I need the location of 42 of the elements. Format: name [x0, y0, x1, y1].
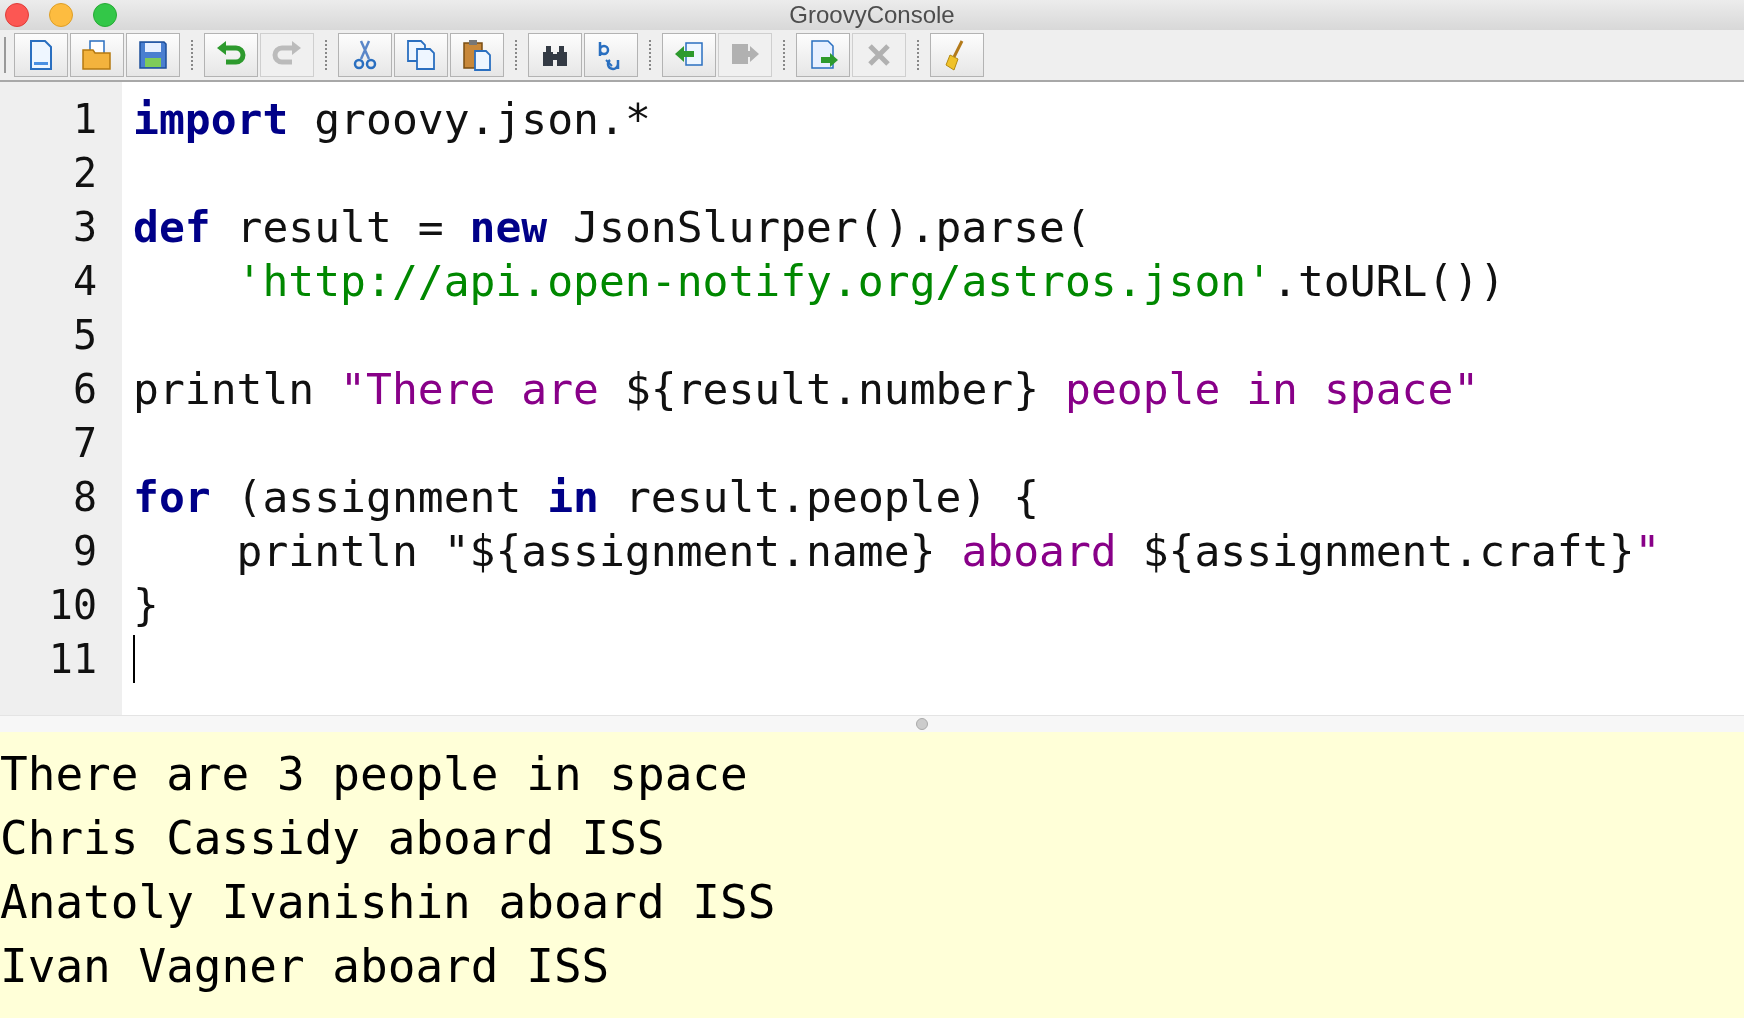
line-number: 2: [72, 149, 98, 198]
output-line: Anatoly Ivanishin aboard ISS: [0, 874, 777, 931]
code-line: import groovy.json.*: [133, 93, 651, 146]
line-number: 11: [48, 635, 98, 684]
line-number: 6: [72, 365, 98, 414]
code-line: for (assignment in result.people) {: [133, 471, 1040, 524]
paste-button[interactable]: [450, 33, 504, 77]
cut-button[interactable]: [338, 33, 392, 77]
output-line: There are 3 people in space: [0, 746, 749, 803]
code-line: def result = new JsonSlurper().parse(: [133, 201, 1091, 254]
code-line: 'http://api.open-notify.org/astros.json'.toURL()): [236, 255, 1506, 308]
replace-button[interactable]: [584, 33, 638, 77]
clear-button[interactable]: [930, 33, 984, 77]
save-button[interactable]: [126, 33, 180, 77]
line-number: 7: [72, 419, 98, 468]
close-window-button[interactable]: [5, 3, 29, 27]
run-button[interactable]: [796, 33, 850, 77]
code-line: println "There are ${result.number} people in space": [133, 363, 1480, 416]
copy-icon: [404, 38, 438, 72]
copy-button[interactable]: [394, 33, 448, 77]
code-line: println "${assignment.name} aboard ${assignment.craft}": [236, 525, 1661, 578]
line-number: 5: [72, 311, 98, 360]
minimize-window-button[interactable]: [49, 3, 73, 27]
line-number: 8: [72, 473, 98, 522]
output-line: Chris Cassidy aboard ISS: [0, 810, 666, 867]
line-number: 1: [72, 95, 98, 144]
split-handle[interactable]: [916, 718, 928, 730]
code-line: }: [133, 579, 159, 632]
zoom-window-button[interactable]: [93, 3, 117, 27]
line-number: 9: [72, 527, 98, 576]
line-number: 10: [48, 581, 98, 630]
folder-icon: [80, 38, 114, 72]
history-back-button[interactable]: [662, 33, 716, 77]
line-number: 3: [72, 203, 98, 252]
window-title: GroovyConsole: [789, 1, 955, 29]
open-button[interactable]: [70, 33, 124, 77]
output-line: Ivan Vagner aboard ISS: [0, 938, 611, 995]
undo-button[interactable]: [204, 33, 258, 77]
find-button[interactable]: [528, 33, 582, 77]
line-number: 4: [72, 257, 98, 306]
new-button[interactable]: [14, 33, 68, 77]
clipboard-icon: [460, 38, 494, 72]
